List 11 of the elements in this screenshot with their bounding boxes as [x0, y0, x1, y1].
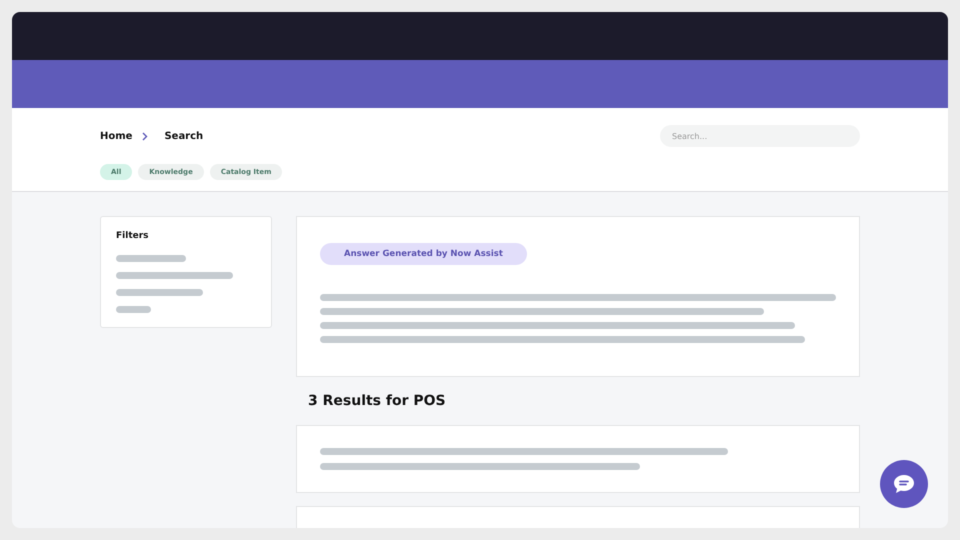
- panel-title: Filters: [116, 231, 150, 241]
- skeleton-line: [116, 255, 186, 262]
- chat-button[interactable]: [880, 460, 928, 508]
- breadcrumb-link[interactable]: Search: [164, 130, 204, 142]
- search-field[interactable]: Search...: [660, 125, 860, 147]
- breadcrumb-link[interactable]: Home: [100, 130, 132, 142]
- results-heading: 3 Results for POS: [308, 393, 447, 409]
- answer-badge: Answer Generated by Now Assist: [320, 243, 527, 265]
- chat-bubble-icon: [892, 473, 916, 495]
- chevron-icon: [142, 132, 148, 140]
- skeleton-line: [116, 306, 151, 313]
